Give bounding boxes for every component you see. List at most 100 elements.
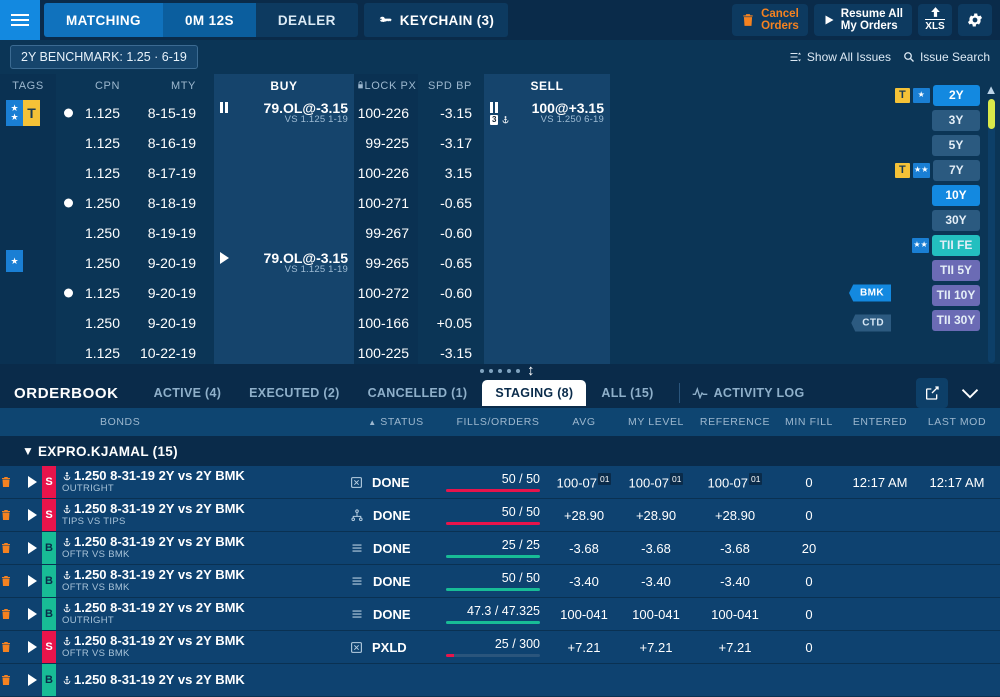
bond-cell[interactable]: 1.250 8-31-19 2Y vs 2Y BMK OFTR VS BMK	[58, 531, 346, 565]
bond-cell[interactable]: 1.250 8-31-19 2Y vs 2Y BMK TIPS VS TIPS	[58, 498, 346, 532]
cell-tags[interactable]	[0, 308, 56, 338]
blotter-row[interactable]: ★ 1.250 9-20-19 79.OL@-3.15 VS 1.125 1-19 99-…	[0, 248, 895, 278]
mode-timer[interactable]: 0M 12S	[162, 3, 256, 37]
tenor-button-tii-10y[interactable]: TII 10Y	[932, 284, 980, 306]
tenor-scrollbar[interactable]: ▲ ▼	[984, 83, 998, 378]
tab-cancelled[interactable]: CANCELLED (1)	[355, 380, 481, 406]
scroll-thumb[interactable]	[987, 99, 995, 129]
bond-cell[interactable]: 1.250 8-31-19 2Y vs 2Y BMK OFTR VS BMK	[58, 630, 346, 664]
bond-cell[interactable]: 1.250 8-31-19 2Y vs 2Y BMK OUTRIGHT	[58, 466, 346, 499]
play-icon[interactable]	[220, 252, 229, 264]
cell-buy[interactable]	[214, 188, 354, 218]
pause-icon[interactable]	[490, 102, 510, 113]
blotter-row[interactable]: 1.250 8-18-19 100-271 -0.65	[0, 188, 895, 218]
cell-lock-px[interactable]: 99-267	[354, 218, 418, 248]
cell-lock-px[interactable]: 99-265	[354, 248, 418, 278]
cell-buy[interactable]: 79.OL@-3.15 VS 1.125 1-19	[214, 248, 354, 278]
resume-order-button[interactable]	[22, 630, 42, 664]
cell-lock-px[interactable]: 100-226	[354, 158, 418, 188]
bond-cell[interactable]: 1.250 8-31-19 2Y vs 2Y BMK OFTR VS BMK	[58, 564, 346, 598]
blotter-row[interactable]: 1.125 8-16-19 99-225 -3.17	[0, 128, 895, 158]
cell-sell[interactable]: 3 100@+3.15 VS 1.250 6-19	[484, 98, 610, 128]
tenor-button-tii-30y[interactable]: TII 30Y	[932, 309, 980, 331]
settings-button[interactable]	[958, 4, 992, 36]
cell-tags[interactable]	[0, 278, 56, 308]
tag-badge[interactable]: ★ ★ T	[6, 100, 40, 126]
cell-my-level[interactable]: +28.90	[618, 498, 694, 532]
cell-my-level[interactable]: -3.40	[618, 564, 694, 598]
delete-order-button[interactable]	[0, 597, 22, 631]
delete-order-button[interactable]	[0, 663, 22, 697]
activity-log-button[interactable]: ACTIVITY LOG	[692, 386, 805, 400]
orderbook-scrollbar[interactable]	[996, 564, 1000, 598]
cell-my-level[interactable]: 100-041	[618, 597, 694, 631]
cell-my-level[interactable]: +7.21	[618, 630, 694, 664]
orderbook-scrollbar[interactable]	[996, 630, 1000, 664]
resume-order-button[interactable]	[22, 531, 42, 565]
cell-lock-px[interactable]: 100-166	[354, 308, 418, 338]
treasury-tag[interactable]: T	[895, 162, 910, 178]
cell-sell[interactable]	[484, 308, 610, 338]
tenor-button-3y[interactable]: 3Y	[932, 109, 980, 131]
cell-sell[interactable]	[484, 218, 610, 248]
benchmark-selector[interactable]: 2Y BENCHMARK: 1.25 · 6-19	[10, 45, 198, 69]
cell-tags[interactable]: ★ ★ T	[0, 98, 56, 128]
resume-order-button[interactable]	[22, 564, 42, 598]
export-xls-button[interactable]: XLS	[918, 4, 952, 36]
cell-tags[interactable]	[0, 128, 56, 158]
cell-my-level[interactable]: -3.68	[618, 531, 694, 565]
tenor-button-5y[interactable]: 5Y	[932, 134, 980, 156]
blotter-row[interactable]: 1.125 9-20-19 100-272 -0.60 BMK	[0, 278, 895, 308]
tenor-button-2y[interactable]: 2Y	[932, 84, 980, 106]
star-icon[interactable]: ★★	[912, 162, 930, 178]
cell-buy[interactable]: 79.OL@-3.15 VS 1.125 1-19	[214, 98, 354, 128]
cell-sell[interactable]	[484, 128, 610, 158]
scroll-track[interactable]	[987, 99, 995, 363]
cancel-orders-button[interactable]: Cancel Orders	[732, 4, 808, 36]
collapse-button[interactable]	[954, 378, 986, 408]
order-row[interactable]: S 1.250 8-31-19 2Y vs 2Y BMK OFTR VS BMK PX…	[0, 630, 1000, 664]
cell-lock-px[interactable]: 99-225	[354, 128, 418, 158]
order-row[interactable]: S 1.250 8-31-19 2Y vs 2Y BMK TIPS VS TIPS D…	[0, 498, 1000, 532]
ctd-flag[interactable]: CTD	[851, 314, 891, 332]
star-icon[interactable]: ★	[912, 87, 930, 103]
cell-tags[interactable]	[0, 188, 56, 218]
bond-cell[interactable]: 1.250 8-31-19 2Y vs 2Y BMK OUTRIGHT	[58, 597, 346, 631]
show-all-issues-button[interactable]: Show All Issues	[789, 50, 891, 64]
chevron-down-icon[interactable]: ▼	[22, 444, 34, 458]
blotter-row[interactable]: ★ ★ T 1.125 8-15-19 79.OL@-3.15 VS 1.125 1-19 1…	[0, 98, 895, 128]
mode-dealer-button[interactable]: DEALER	[255, 3, 358, 37]
bmk-flag[interactable]: BMK	[849, 284, 891, 302]
treasury-tag[interactable]: T	[895, 87, 910, 103]
cell-tags[interactable]: ★	[0, 248, 56, 278]
tab-active[interactable]: ACTIVE (4)	[141, 380, 235, 406]
popout-button[interactable]	[916, 378, 948, 408]
order-row[interactable]: B 1.250 8-31-19 2Y vs 2Y BMK OFTR VS BMK DO…	[0, 564, 1000, 598]
order-row[interactable]: B 1.250 8-31-19 2Y vs 2Y BMK OFTR VS BMK DO…	[0, 531, 1000, 565]
delete-order-button[interactable]	[0, 630, 22, 664]
hamburger-icon[interactable]	[0, 0, 40, 40]
tenor-button-7y[interactable]: 7Y	[932, 159, 980, 181]
order-row[interactable]: B 1.250 8-31-19 2Y vs 2Y BMK OUTRIGHT DONE 4…	[0, 597, 1000, 631]
scroll-up-icon[interactable]: ▲	[985, 83, 998, 96]
cell-sell[interactable]	[484, 188, 610, 218]
blotter-row[interactable]: 1.250 9-20-19 100-166 +0.05 CTD	[0, 308, 895, 338]
cell-tags[interactable]	[0, 218, 56, 248]
orderbook-scrollbar[interactable]	[996, 466, 1000, 499]
blotter-row[interactable]: 1.125 8-17-19 100-226 3.15	[0, 158, 895, 188]
tag-badge[interactable]: ★	[6, 250, 23, 272]
tenor-button-10y[interactable]: 10Y	[932, 184, 980, 206]
cell-sell[interactable]	[484, 158, 610, 188]
delete-order-button[interactable]	[0, 531, 22, 565]
blotter-row[interactable]: 1.250 8-19-19 99-267 -0.60	[0, 218, 895, 248]
mode-matching-button[interactable]: MATCHING	[44, 3, 163, 37]
cell-lock-px[interactable]: 100-271	[354, 188, 418, 218]
pause-icon[interactable]	[220, 102, 228, 113]
keychain-button[interactable]: KEYCHAIN (3)	[363, 3, 509, 37]
panel-resize-handle[interactable]	[0, 364, 1000, 378]
tab-executed[interactable]: EXECUTED (2)	[236, 380, 352, 406]
cell-buy[interactable]	[214, 218, 354, 248]
issue-search-button[interactable]: Issue Search	[903, 50, 990, 64]
resume-all-orders-button[interactable]: Resume All My Orders	[813, 4, 912, 36]
tenor-button-tii-fe[interactable]: TII FE	[932, 234, 980, 256]
